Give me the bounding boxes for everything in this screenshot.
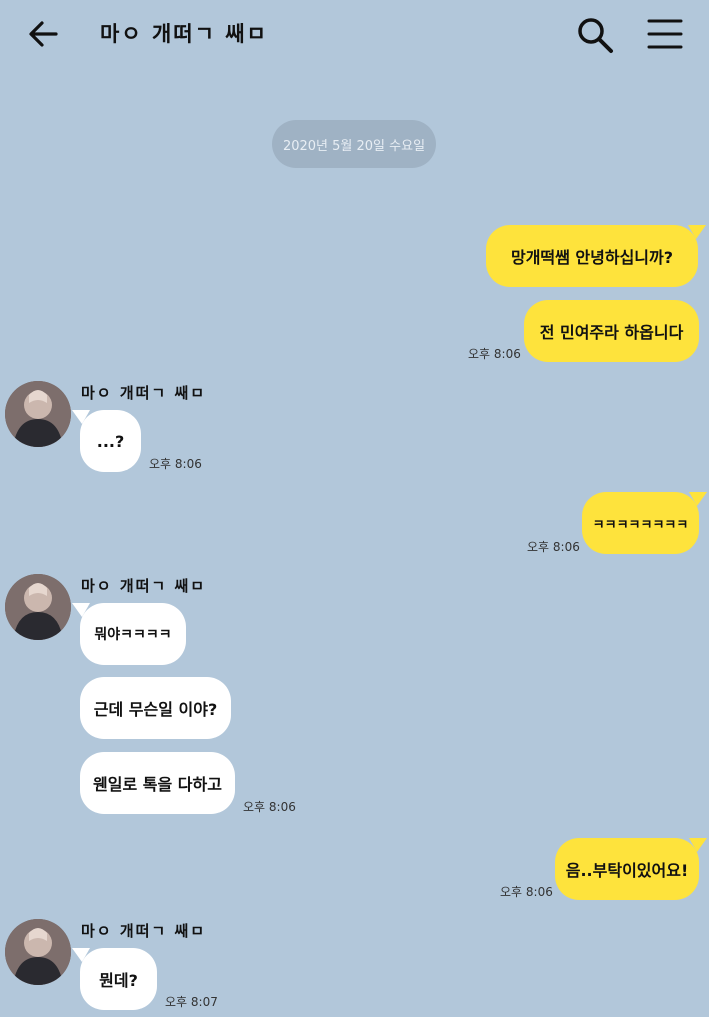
- message-text: 근데 무슨일 이야?: [93, 700, 218, 719]
- message-time: 오후 8:07: [165, 995, 218, 1009]
- message-time: 오후 8:06: [500, 885, 553, 899]
- bubble-tail: [72, 410, 90, 424]
- bubble-tail: [72, 603, 90, 617]
- my-message-bubble[interactable]: ㅋㅋㅋㅋㅋㅋㅋㅋ: [582, 492, 707, 554]
- message-time: 오후 8:06: [468, 347, 521, 361]
- sender-name: 마ㅇ 개떠ㄱ 쌔ㅁ: [81, 922, 207, 940]
- my-message-bubble[interactable]: 전 민여주라 하옵니다: [524, 300, 699, 362]
- bubble-tail: [689, 838, 707, 852]
- arrow-left-icon: [29, 21, 58, 47]
- avatar[interactable]: [5, 381, 71, 447]
- my-message-bubble[interactable]: 음..부탁이있어요!: [555, 838, 707, 900]
- message-text: 뭐야ㅋㅋㅋㅋ: [94, 627, 172, 643]
- message-text: 망개떡쌤 안녕하십니까?: [510, 248, 674, 267]
- bubble-tail: [72, 948, 90, 962]
- sender-name: 마ㅇ 개떠ㄱ 쌔ㅁ: [81, 577, 207, 595]
- sender-name: 마ㅇ 개떠ㄱ 쌔ㅁ: [81, 384, 207, 402]
- message-time: 오후 8:06: [149, 457, 202, 471]
- search-icon: [578, 18, 613, 53]
- their-message-bubble[interactable]: 웬일로 톡을 다하고: [80, 752, 235, 814]
- their-message-bubble[interactable]: 근데 무슨일 이야?: [80, 677, 231, 739]
- message-text: 뭔데?: [99, 971, 138, 990]
- their-message-bubble[interactable]: 뭐야ㅋㅋㅋㅋ: [72, 603, 186, 665]
- chat-title: 마ㅇ 개떠ㄱ 쌔ㅁ: [100, 22, 268, 46]
- avatar[interactable]: [5, 919, 71, 985]
- their-message-bubble[interactable]: 뭔데?: [72, 948, 157, 1010]
- bubble-tail: [689, 492, 707, 506]
- message-text: 음..부탁이있어요!: [565, 861, 689, 880]
- bubble-tail: [688, 225, 706, 239]
- my-message-bubble[interactable]: 망개떡쌤 안녕하십니까?: [486, 225, 706, 287]
- hamburger-menu-icon: [647, 19, 683, 49]
- avatar-image: [5, 919, 71, 985]
- message-time: 오후 8:06: [243, 800, 296, 814]
- message-text: 웬일로 톡을 다하고: [93, 775, 222, 794]
- menu-button[interactable]: [644, 14, 686, 56]
- avatar[interactable]: [5, 574, 71, 640]
- search-button[interactable]: [574, 14, 616, 56]
- message-text: 전 민여주라 하옵니다: [539, 323, 684, 342]
- message-text: ...?: [96, 431, 125, 451]
- back-button[interactable]: [26, 16, 62, 52]
- chat-header: 마ㅇ 개떠ㄱ 쌔ㅁ: [0, 0, 709, 68]
- their-message-bubble[interactable]: ...?: [72, 410, 141, 472]
- date-divider: 2020년 5월 20일 수요일: [272, 120, 436, 168]
- message-text: ㅋㅋㅋㅋㅋㅋㅋㅋ: [592, 517, 689, 533]
- avatar-image: [5, 574, 71, 640]
- avatar-image: [5, 381, 71, 447]
- message-time: 오후 8:06: [527, 540, 580, 554]
